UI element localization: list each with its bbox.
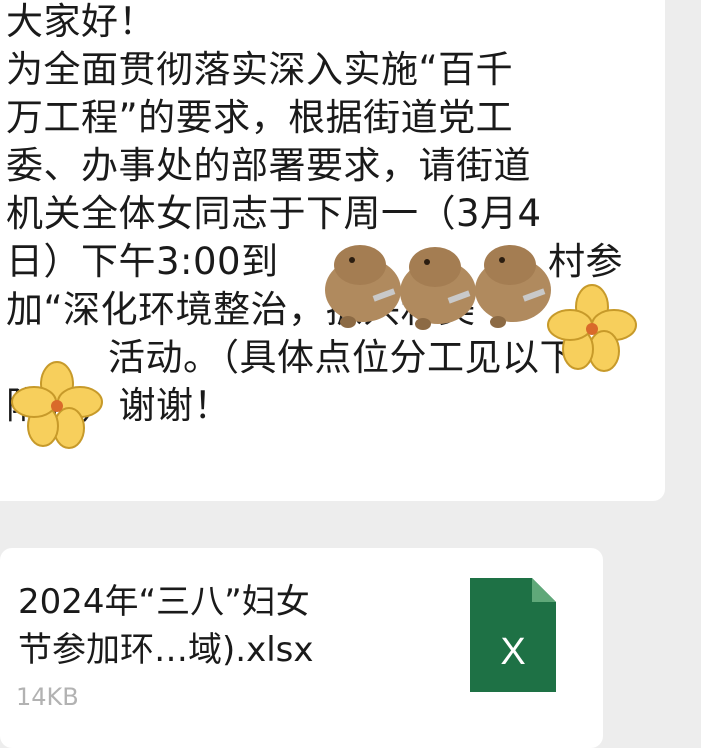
message-line: 日）下午3:00到 bbox=[6, 240, 279, 283]
file-size: 14KB bbox=[16, 683, 79, 711]
flower-icon bbox=[11, 361, 103, 449]
flower-sticker bbox=[11, 361, 103, 449]
flower-sticker bbox=[547, 284, 637, 372]
file-name-line: 2024年“三八”妇女 bbox=[18, 582, 310, 622]
message-line-tail: 村参 bbox=[548, 240, 623, 283]
message-line: 活动。（具体点位分工见以下 bbox=[108, 336, 577, 379]
capybara-sticker bbox=[325, 245, 551, 330]
message-line: 大家好！ bbox=[6, 0, 156, 43]
message-line: 万工程”的要求，根据街道党工 bbox=[6, 96, 514, 139]
excel-letter: X bbox=[500, 631, 525, 673]
excel-file-icon: X bbox=[470, 578, 556, 692]
capybara-icon bbox=[400, 247, 476, 330]
message-line: 委、办事处的部署要求，请街道 bbox=[6, 144, 531, 187]
file-name-line: 节参加环…域).xlsx bbox=[18, 630, 314, 670]
file-message-bubble[interactable]: 2024年“三八”妇女 节参加环…域).xlsx 14KB X bbox=[0, 548, 603, 748]
message-line: 为全面贯彻落实深入实施“百千 bbox=[6, 48, 514, 91]
flower-icon bbox=[547, 284, 637, 372]
capybara-icon bbox=[325, 245, 401, 328]
